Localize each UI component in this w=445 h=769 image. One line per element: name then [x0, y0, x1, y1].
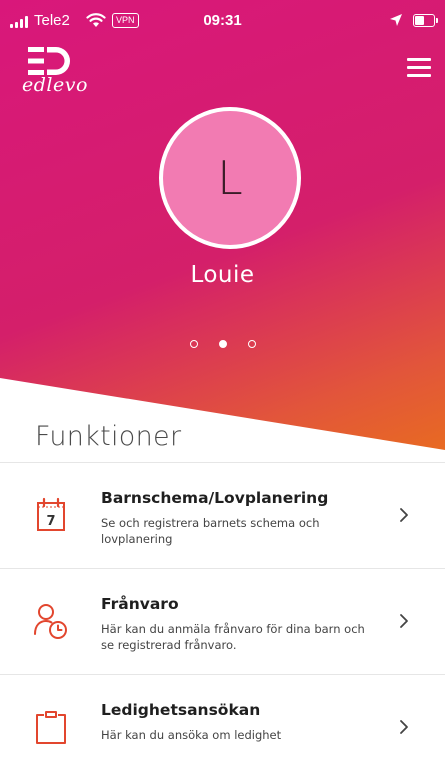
calendar-icon: 7 [37, 497, 65, 531]
person-clock-icon [34, 604, 67, 639]
menu-button[interactable] [407, 58, 431, 77]
section-title: Funktioner [35, 421, 182, 452]
item-title: Ledighetsansökan [101, 701, 261, 719]
clipboard-icon [36, 711, 66, 744]
page-dot-1[interactable] [189, 340, 198, 348]
item-title: Frånvaro [101, 595, 179, 613]
status-time: 09:31 [203, 12, 242, 29]
list-item-ledighetsansokan[interactable]: Ledighetsansökan Här kan du ansöka om le… [0, 674, 445, 769]
logo-text: edlevo [22, 74, 88, 96]
location-arrow-icon [390, 14, 402, 26]
edlevo-logo-mark-icon [28, 47, 70, 75]
item-title: Barnschema/Lovplanering [101, 489, 329, 507]
chevron-right-icon [400, 508, 408, 522]
functions-list: 7 Barnschema/Lovplanering Se och registr… [0, 462, 445, 769]
item-description: Här kan du anmäla frånvaro för dina barn… [101, 622, 365, 652]
chevron-right-icon [400, 614, 408, 628]
item-description: Se och registrera barnets schema och lov… [101, 516, 320, 546]
item-description: Här kan du ansöka om ledighet [101, 728, 282, 742]
avatar-initial: L [217, 151, 243, 205]
calendar-day-number: 7 [46, 514, 55, 529]
hamburger-menu-icon [407, 58, 431, 61]
chevron-right-icon [400, 720, 408, 734]
edlevo-logo: edlevo [22, 47, 87, 97]
list-item-franvaro[interactable]: Frånvaro Här kan du anmäla frånvaro för … [0, 568, 445, 674]
child-page-indicator [0, 340, 445, 348]
status-bar: Tele2 VPN 09:31 [0, 0, 445, 40]
battery-icon [413, 14, 438, 27]
page-dot-3[interactable] [247, 340, 256, 348]
child-avatar[interactable]: L [159, 107, 301, 249]
child-name: Louie [190, 262, 255, 288]
list-item-barnschema[interactable]: 7 Barnschema/Lovplanering Se och registr… [0, 462, 445, 568]
page-dot-2[interactable] [218, 340, 227, 348]
app-screen: Tele2 VPN 09:31 edlevo L Louie Funktione… [0, 0, 445, 769]
